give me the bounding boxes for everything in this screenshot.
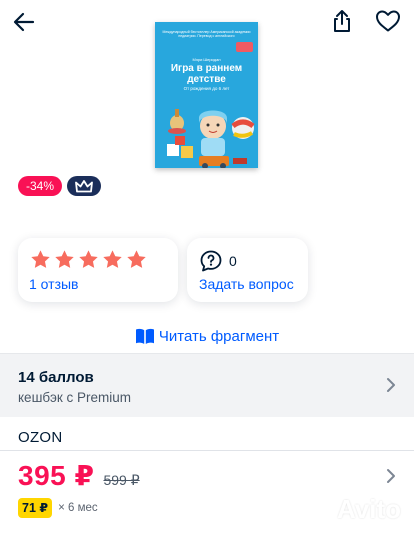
read-fragment-label: Читать фрагмент bbox=[158, 327, 280, 345]
open-book-icon bbox=[135, 328, 154, 344]
arrow-left-icon bbox=[13, 12, 35, 32]
heart-icon bbox=[376, 10, 400, 32]
questions-count-row: 0 bbox=[199, 249, 237, 273]
premium-badge[interactable] bbox=[67, 176, 102, 196]
installment-term: × 6 мес bbox=[58, 502, 98, 514]
share-icon bbox=[334, 10, 350, 32]
cover-badge bbox=[236, 42, 253, 52]
chevron-right-icon bbox=[387, 378, 395, 392]
share-button[interactable] bbox=[324, 3, 360, 39]
discount-badge: -34% bbox=[18, 176, 63, 196]
installment-row[interactable]: 71 ₽ × 6 мес bbox=[18, 498, 98, 518]
ask-question-link[interactable]: Задать вопрос bbox=[199, 276, 294, 292]
crown-icon bbox=[75, 179, 93, 192]
cashback-title: 14 баллов bbox=[18, 369, 94, 386]
reviews-link[interactable]: 1 отзыв bbox=[29, 276, 79, 292]
divider bbox=[0, 450, 414, 451]
star-icon bbox=[55, 250, 74, 268]
installment-amount: 71 ₽ bbox=[18, 498, 53, 518]
back-button[interactable] bbox=[6, 4, 42, 40]
avito-logo-icon bbox=[306, 498, 331, 521]
rating-card[interactable]: 1 отзыв bbox=[18, 238, 178, 302]
cover-author: Мэри Шеридан bbox=[192, 57, 221, 62]
star-icon bbox=[31, 250, 50, 268]
read-fragment-link[interactable]: Читать фрагмент bbox=[0, 327, 414, 345]
price-chevron-right-icon[interactable] bbox=[386, 468, 396, 484]
cover-publisher-line: Международный бестселлер Американской ак… bbox=[162, 30, 251, 38]
star-icon bbox=[127, 250, 146, 268]
badge-row: -34% bbox=[18, 176, 102, 196]
cover-illustration bbox=[167, 109, 255, 168]
old-price: 599 ₽ bbox=[103, 472, 140, 488]
seller-name[interactable]: OZON bbox=[18, 429, 63, 446]
cover-tagline: От рождения до 6 лет bbox=[183, 86, 230, 91]
question-bubble-icon bbox=[200, 250, 222, 272]
price-row: 395 ₽ 599 ₽ bbox=[18, 459, 140, 492]
current-price: 395 ₽ bbox=[18, 460, 95, 491]
cashback-row[interactable]: 14 баллов кешбэк с Premium bbox=[0, 353, 414, 417]
star-icon bbox=[103, 250, 122, 268]
star-rating bbox=[30, 249, 147, 270]
book-cover[interactable]: Международный бестселлер Американской ак… bbox=[155, 22, 258, 168]
questions-count: 0 bbox=[229, 253, 237, 269]
questions-card[interactable]: 0 Задать вопрос bbox=[187, 238, 308, 302]
cashback-subtitle: кешбэк с Premium bbox=[18, 390, 132, 405]
cover-title: Игра в раннем детстве bbox=[170, 63, 243, 85]
avito-watermark: Avito bbox=[305, 494, 401, 525]
avito-watermark-text: Avito bbox=[337, 494, 402, 524]
star-icon bbox=[79, 250, 98, 268]
favorite-button[interactable] bbox=[370, 3, 406, 39]
